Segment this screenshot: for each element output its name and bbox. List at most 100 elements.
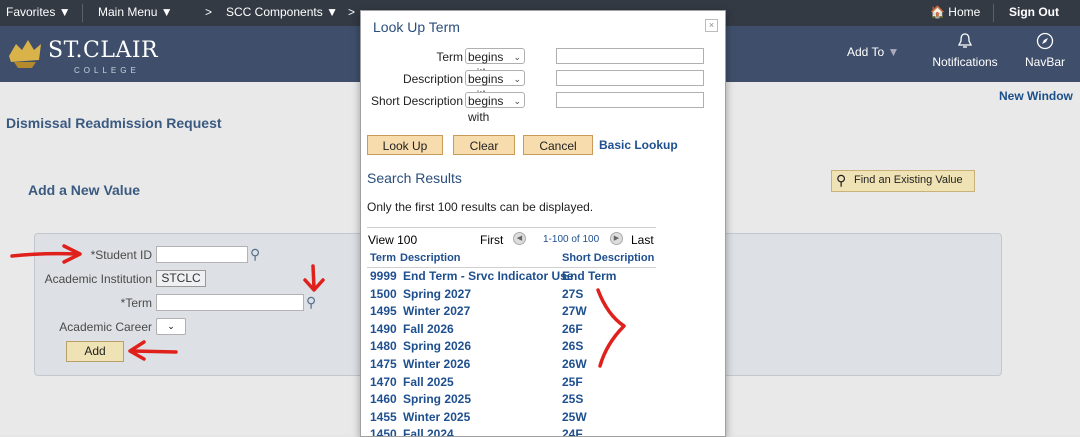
short-description-cell[interactable]: End Term xyxy=(562,268,616,285)
description-cell[interactable]: Spring 2026 xyxy=(403,338,471,355)
short-description-cell[interactable]: 26W xyxy=(562,356,587,373)
term-cell[interactable]: 1455 xyxy=(370,409,397,426)
description-cell[interactable]: Winter 2025 xyxy=(403,409,470,426)
add-to-menu[interactable]: Add To ▼ xyxy=(847,45,899,59)
description-cell[interactable]: End Term - Srvc Indicator Use xyxy=(403,268,574,285)
description-cell[interactable]: Fall 2024 xyxy=(403,426,454,436)
term-criteria-label: Term xyxy=(436,50,463,64)
add-button[interactable]: Add xyxy=(66,341,124,362)
page-title: Dismissal Readmission Request xyxy=(6,115,222,131)
short-description-cell[interactable]: 24F xyxy=(562,426,583,436)
notifications-button[interactable]: Notifications xyxy=(930,32,1000,69)
breadcrumb-scc-components[interactable]: SCC Components ▼ xyxy=(226,5,338,19)
description-cell[interactable]: Winter 2027 xyxy=(403,303,470,320)
results-limit-note: Only the first 100 results can be displa… xyxy=(367,200,594,214)
term-cell[interactable]: 1475 xyxy=(370,356,397,373)
short-description-cell[interactable]: 27S xyxy=(562,286,583,303)
new-window-link[interactable]: New Window xyxy=(999,89,1073,103)
look-up-button[interactable]: Look Up xyxy=(367,135,443,155)
close-icon[interactable]: × xyxy=(705,19,718,32)
table-row[interactable]: 1475 Winter 2026 26W xyxy=(367,356,656,374)
chevron-down-icon: ⌄ xyxy=(167,321,175,331)
divider xyxy=(993,4,994,22)
term-cell[interactable]: 1500 xyxy=(370,286,397,303)
search-icon[interactable]: ⚲ xyxy=(306,294,316,311)
navbar-button[interactable]: NavBar xyxy=(1020,32,1070,69)
term-cell[interactable]: 1490 xyxy=(370,321,397,338)
academic-institution-value: STCLC xyxy=(156,270,206,287)
description-criteria-input[interactable] xyxy=(556,70,704,86)
short-description-cell[interactable]: 26F xyxy=(562,321,583,338)
term-cell[interactable]: 1470 xyxy=(370,374,397,391)
description-cell[interactable]: Fall 2025 xyxy=(403,374,454,391)
previous-page-icon[interactable]: ◀ xyxy=(513,231,526,246)
column-header-short-description[interactable]: Short Description xyxy=(562,250,654,267)
academic-career-label: Academic Career xyxy=(59,320,152,334)
next-arrow-icon: ▶ xyxy=(610,232,623,246)
bell-icon xyxy=(957,33,973,48)
grid-navigation: View 100 First ◀ 1-100 of 100 ▶ Last xyxy=(367,227,656,250)
academic-career-select[interactable]: ⌄ xyxy=(156,318,186,335)
term-criteria-input[interactable] xyxy=(556,48,704,64)
chevron-down-icon: ▼ xyxy=(58,5,71,19)
chevron-down-icon: ⌄ xyxy=(513,74,521,84)
description-cell[interactable]: Spring 2025 xyxy=(403,391,471,408)
term-cell[interactable]: 1480 xyxy=(370,338,397,355)
description-cell[interactable]: Winter 2026 xyxy=(403,356,470,373)
table-row[interactable]: 1490 Fall 2026 26F xyxy=(367,321,656,339)
description-cell[interactable]: Fall 2026 xyxy=(403,321,454,338)
view-all-link[interactable]: View 100 xyxy=(368,233,417,247)
student-id-input[interactable] xyxy=(156,246,248,263)
search-results-heading: Search Results xyxy=(367,170,462,186)
short-description-cell[interactable]: 25S xyxy=(562,391,583,408)
term-operator-select[interactable]: begins with⌄ xyxy=(465,48,525,80)
term-cell[interactable]: 1460 xyxy=(370,391,397,408)
table-row[interactable]: 1500 Spring 2027 27S xyxy=(367,286,656,304)
term-cell[interactable]: 1495 xyxy=(370,303,397,320)
description-cell[interactable]: Spring 2027 xyxy=(403,286,471,303)
term-cell[interactable]: 9999 xyxy=(370,268,397,285)
short-description-criteria-label: Short Description xyxy=(370,94,463,108)
home-link[interactable]: 🏠 Home xyxy=(930,5,980,19)
column-header-description[interactable]: Description xyxy=(400,250,461,267)
section-title: Add a New Value xyxy=(28,182,141,198)
short-description-cell[interactable]: 25F xyxy=(562,374,583,391)
chevron-down-icon: ▼ xyxy=(887,45,900,59)
table-row[interactable]: 9999 End Term - Srvc Indicator Use End Ter… xyxy=(367,268,656,286)
college-logo-subtitle: COLLEGE xyxy=(74,66,140,75)
compass-icon xyxy=(1036,32,1054,50)
column-header-term[interactable]: Term xyxy=(370,250,396,267)
search-icon[interactable]: ⚲ xyxy=(250,246,260,263)
last-page-link[interactable]: Last xyxy=(631,233,654,247)
description-operator-select[interactable]: begins with⌄ xyxy=(465,70,525,102)
table-row[interactable]: 1480 Spring 2026 26S xyxy=(367,338,656,356)
table-row[interactable]: 1495 Winter 2027 27W xyxy=(367,303,656,321)
next-page-icon[interactable]: ▶ xyxy=(610,231,623,246)
short-description-cell[interactable]: 27W xyxy=(562,303,587,320)
table-row[interactable]: 1460 Spring 2025 25S xyxy=(367,391,656,409)
divider xyxy=(82,4,83,22)
term-input[interactable] xyxy=(156,294,304,311)
clear-button[interactable]: Clear xyxy=(453,135,515,155)
table-row[interactable]: 1470 Fall 2025 25F xyxy=(367,374,656,392)
table-row[interactable]: 1450 Fall 2024 24F xyxy=(367,426,656,436)
short-description-operator-select[interactable]: begins with ⌄ xyxy=(465,92,525,124)
basic-lookup-link[interactable]: Basic Lookup xyxy=(599,138,678,152)
college-logo[interactable]: ST.CLAIR xyxy=(48,38,158,63)
first-page-link[interactable]: First xyxy=(480,233,503,247)
search-icon: ⚲ xyxy=(836,172,847,188)
chevron-down-icon: ⌄ xyxy=(513,96,521,106)
table-row[interactable]: 1455 Winter 2025 25W xyxy=(367,409,656,427)
short-description-criteria-input[interactable] xyxy=(556,92,704,108)
page-range: 1-100 of 100 xyxy=(543,234,600,245)
sign-out-link[interactable]: Sign Out xyxy=(1009,5,1059,19)
short-description-cell[interactable]: 26S xyxy=(562,338,583,355)
cancel-button[interactable]: Cancel xyxy=(523,135,593,155)
short-description-cell[interactable]: 25W xyxy=(562,409,587,426)
lookup-term-dialog: Look Up Term × Term begins with ⌄ Descrip… xyxy=(360,10,726,437)
favorites-menu[interactable]: Favorites ▼ xyxy=(6,5,71,19)
find-existing-value-button[interactable]: ⚲ Find an Existing Value xyxy=(831,170,975,192)
chevron-down-icon: ▼ xyxy=(326,5,338,19)
main-menu[interactable]: Main Menu ▼ xyxy=(98,5,173,19)
term-cell[interactable]: 1450 xyxy=(370,426,397,436)
